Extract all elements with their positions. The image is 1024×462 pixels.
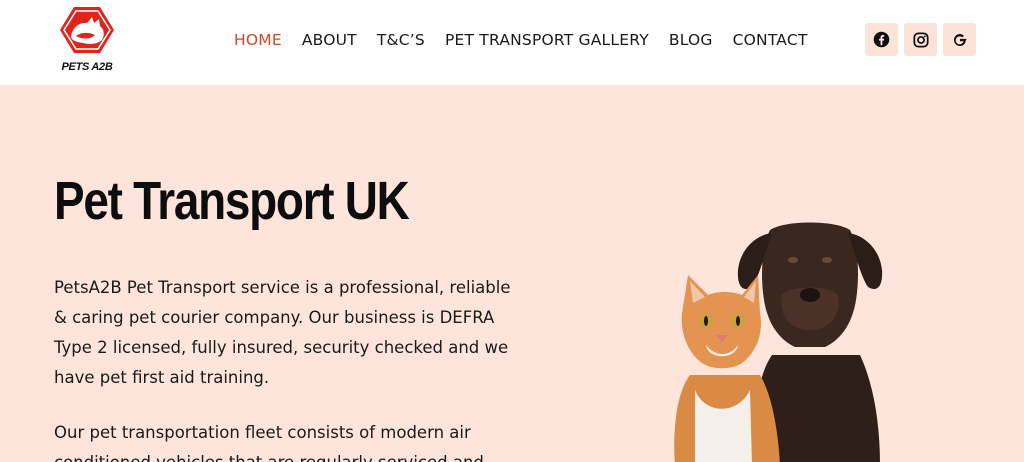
- nav-item-about[interactable]: ABOUT: [302, 29, 357, 53]
- instagram-icon: [912, 31, 929, 48]
- cat-image: [674, 275, 780, 462]
- facebook-icon: [873, 31, 890, 48]
- cat-and-dog-image: [674, 222, 883, 462]
- intro-paragraph: PetsA2B Pet Transport service is a profe…: [54, 278, 511, 387]
- nav-item-blog[interactable]: BLOG: [669, 29, 713, 53]
- main-nav: HOME ABOUT T&C’S PET TRANSPORT GALLERY B…: [234, 29, 808, 53]
- instagram-button[interactable]: [904, 23, 937, 56]
- google-button[interactable]: [943, 23, 976, 56]
- logo[interactable]: PETS A2B: [56, 6, 118, 76]
- nav-item-terms[interactable]: T&C’S: [377, 29, 425, 53]
- nav-item-contact[interactable]: CONTACT: [733, 29, 808, 53]
- logo-text: PETS A2B: [61, 61, 113, 73]
- nav-item-gallery[interactable]: PET TRANSPORT GALLERY: [445, 29, 649, 53]
- logo-icon: [60, 7, 114, 53]
- facebook-button[interactable]: [865, 23, 898, 56]
- nav-item-home[interactable]: HOME: [234, 29, 282, 53]
- hero-section: Pet Transport UK PetsA2B Pet Transport s…: [0, 85, 1024, 462]
- google-icon: [953, 33, 966, 46]
- fleet-paragraph: Our pet transportation fleet consists of…: [54, 423, 484, 462]
- site-header: PETS A2B HOME ABOUT T&C’S PET TRANSPORT …: [0, 0, 1024, 85]
- page-title: Pet Transport UK: [54, 171, 410, 231]
- social-links: [865, 23, 976, 56]
